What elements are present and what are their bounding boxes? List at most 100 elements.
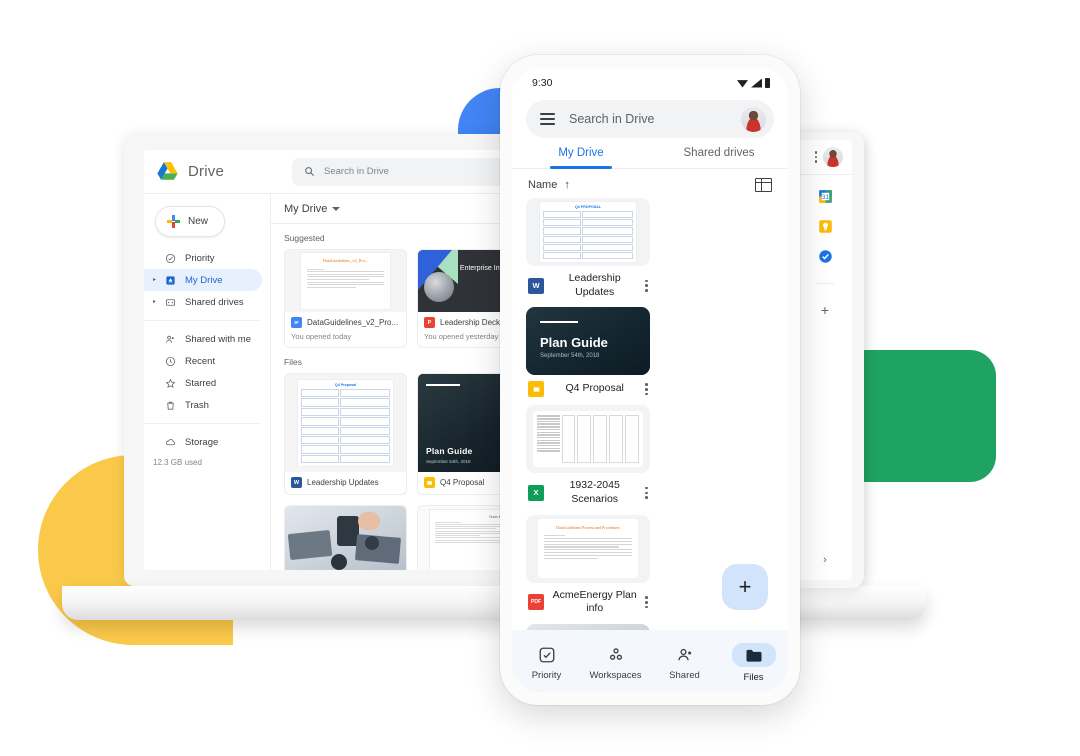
file-card[interactable]: Q4 Proposal W Leadership Updates [284,373,407,495]
tab-shared-drives[interactable]: Shared drives [650,147,788,168]
file-overflow-menu-icon[interactable] [645,279,648,292]
priority-icon [164,252,177,265]
sidebar-label: Priority [185,252,215,264]
slides-file-icon [424,477,435,488]
file-name: Leadership Updates [307,478,379,487]
add-app-button[interactable]: + [821,303,829,317]
sidebar-label: Storage [185,436,219,448]
sidebar-item-shared-with-me[interactable]: Shared with me [144,328,262,350]
deck-coin-image [424,272,454,302]
file-overflow-menu-icon[interactable] [645,486,648,499]
sheet-rows [301,388,390,464]
file-thumbnail: Plan Guide September 54th, 2018 [526,307,650,376]
pdf-preview-title: DataGuidelines Process and Procedures [556,525,620,531]
mobile-search-bar[interactable]: Search in Drive [526,100,774,138]
plan-guide-subtitle: September 54th, 2018 [540,353,600,360]
hamburger-menu-icon[interactable] [540,113,555,125]
file-overflow-menu-icon[interactable] [645,596,648,609]
people-icon [164,333,177,346]
sidebar-item-recent[interactable]: Recent [144,350,262,372]
file-name: Leadership Deck [440,318,501,327]
web-sidebar: New Priority ▸ My Drive ▸ Shared drives … [144,194,271,570]
file-thumbnail [285,506,406,570]
sidebar-item-starred[interactable]: Starred [144,372,262,394]
bottom-nav-priority[interactable]: Priority [512,645,581,681]
cloud-icon [164,436,177,449]
tab-my-drive[interactable]: My Drive [512,147,650,168]
file-name: Q4 Proposal [565,382,624,395]
mobile-tabs: My Drive Shared drives [512,147,788,169]
sheet-preview-title: Q4 PROPOSAL [575,205,601,210]
file-row: Q4 Proposal [526,375,650,398]
bottom-nav-shared[interactable]: Shared [650,645,719,681]
bottom-nav-files[interactable]: Files [719,643,788,683]
sidebar-item-trash[interactable]: Trash [144,394,262,416]
file-thumbnail: DataGuidelines_v2_Pro... [285,250,406,312]
expand-caret-icon[interactable]: ▸ [153,299,159,305]
plan-guide-subtitle: September 54th, 2018 [426,459,471,464]
breadcrumb-label: My Drive [284,203,328,215]
create-fab-button[interactable]: + [722,564,768,610]
cup-shape [365,536,379,550]
pdf-preview: DataGuidelines Process and Procedures [538,519,638,578]
file-overflow-menu-icon[interactable] [645,383,648,396]
plus-color-icon [167,215,180,228]
spreadsheet-columns [561,415,639,464]
word-file-icon: W [291,477,302,488]
file-card[interactable]: DataGuidelines_v2_Pro... DataGuidelines_… [284,249,407,348]
side-panel-app: 31 + › [798,140,852,580]
side-panel-avatar[interactable] [822,146,844,168]
file-card[interactable]: Q4 PROPOSAL W Leadership Updates [526,198,650,299]
sort-row: Name ↑ [512,169,788,198]
sort-control[interactable]: Name ↑ [528,179,570,191]
file-name: DataGuidelines_v2_Pro... [307,318,399,327]
sheet-preview: Q4 Proposal [298,379,393,467]
tasks-icon[interactable] [818,249,833,264]
list-view-toggle-icon[interactable] [755,178,772,192]
sidebar-item-storage[interactable]: Storage [144,431,262,453]
sheet-preview: Q4 PROPOSAL [539,202,637,262]
chevron-down-icon[interactable] [332,206,341,215]
doc-preview-lines [306,268,385,288]
file-meta: W Leadership Updates [285,472,406,494]
storage-used-text: 12.3 GB used [153,458,202,467]
sidebar-item-priority[interactable]: Priority [144,247,262,269]
scene: Drive Search in Drive New Priority ▸ My … [0,0,1080,756]
file-card[interactable]: X 1932-2045 Scenarios [526,405,650,506]
collapse-panel-button[interactable]: › [798,554,852,566]
side-panel-topbar [798,140,852,175]
expand-caret-icon[interactable]: ▸ [153,277,159,283]
file-card[interactable]: DataGuidelines Process and Procedures PD… [526,514,650,616]
sidebar-label: Trash [185,399,209,411]
sidebar-label: Starred [185,377,217,389]
doc-preview: DataGuidelines_v2_Pro... [300,253,391,309]
side-panel-divider [816,283,834,284]
sidebar-item-my-drive[interactable]: ▸ My Drive [144,269,262,291]
file-row: PDF AcmeEnergy Plan info [526,583,650,616]
priority-check-icon [538,645,556,665]
my-drive-icon [164,274,177,287]
new-button[interactable]: New [155,206,226,237]
drive-logo[interactable]: Drive [156,161,284,182]
file-thumbnail: Q4 PROPOSAL [526,198,650,266]
workspaces-icon [607,645,625,665]
calendar-icon[interactable]: 31 [817,189,833,204]
cup-shape [331,554,347,570]
word-file-icon: W [528,277,544,294]
hand-shape [358,512,380,530]
excel-file-icon: X [528,484,544,501]
mobile-avatar[interactable] [741,106,766,132]
file-name: AcmeEnergy Plan info [552,588,637,615]
sidebar-item-shared-drives[interactable]: ▸ Shared drives [144,291,262,313]
mobile-file-grid: Q4 PROPOSAL W Leadership Updates Plan Gu… [512,198,788,692]
signal-icon [751,78,762,88]
file-card[interactable] [284,505,407,570]
sidebar-nav: Priority ▸ My Drive ▸ Shared drives Shar… [144,247,270,467]
overflow-menu-icon[interactable] [814,151,817,163]
bottom-nav-workspaces[interactable]: Workspaces [581,645,650,681]
file-name-row: DataGuidelines_v2_Pro... [291,317,400,328]
file-card[interactable]: Plan Guide September 54th, 2018 Q4 Propo… [526,307,650,398]
file-row: W Leadership Updates [526,266,650,299]
sidebar-label: Shared drives [185,296,244,308]
keep-icon[interactable] [818,219,833,234]
